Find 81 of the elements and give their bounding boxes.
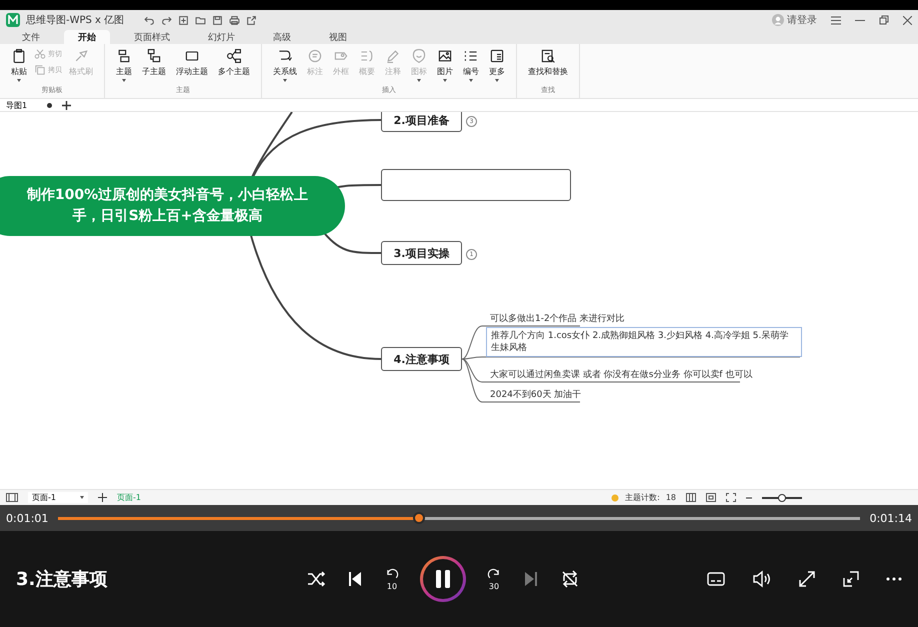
menu-tab[interactable]: 幻灯片 xyxy=(194,30,249,44)
ribbon-button[interactable]: 子主题 xyxy=(139,48,169,77)
menu-tab[interactable]: 高级 xyxy=(259,30,305,44)
subtopic-text[interactable]: 可以多做出1-2个作品 来进行对比 xyxy=(486,312,629,325)
columns-icon[interactable] xyxy=(686,493,696,502)
scissors-icon xyxy=(34,48,46,60)
numbered-list-icon xyxy=(463,48,479,64)
clipboard-icon xyxy=(11,48,27,64)
pause-icon xyxy=(434,569,452,589)
image-icon xyxy=(437,48,453,64)
add-tab-icon[interactable] xyxy=(62,100,72,110)
export-icon[interactable] xyxy=(246,14,258,26)
menu-tab[interactable]: 文件 xyxy=(8,30,54,44)
fullscreen-button[interactable] xyxy=(798,570,816,588)
document-tab[interactable]: 导图1 xyxy=(6,100,52,110)
skip-back-button[interactable]: 10 xyxy=(384,568,400,590)
topic-node[interactable]: 3.项目实操 xyxy=(381,241,462,265)
subtopic-text[interactable]: 2024不到60天 加油干 xyxy=(486,388,586,401)
menu-tab[interactable]: 视图 xyxy=(315,30,361,44)
window-title: 思维导图-WPS x 亿图 xyxy=(26,14,124,27)
ribbon-button[interactable]: 浮动主题 xyxy=(173,48,211,77)
fit-page-icon[interactable] xyxy=(706,493,716,502)
smiley-badge-icon xyxy=(411,48,427,64)
page-dropdown[interactable]: 页面-1 xyxy=(28,492,88,503)
subtopic-icon xyxy=(146,48,162,64)
undo-icon[interactable] xyxy=(144,14,156,26)
more-panel-icon xyxy=(489,48,505,64)
menu-tab[interactable]: 页面样式 xyxy=(120,30,184,44)
pencil-icon xyxy=(385,48,401,64)
ribbon-button[interactable]: 多个主题 xyxy=(215,48,253,77)
topic-count: 18 xyxy=(666,493,676,502)
panel-icon[interactable] xyxy=(6,493,18,502)
shuffle-button[interactable] xyxy=(306,569,326,589)
previous-button[interactable] xyxy=(346,570,364,588)
ribbon-button[interactable]: 粘贴 xyxy=(8,48,30,82)
summary-brace-icon xyxy=(359,48,375,64)
topic-node[interactable]: 2.项目准备 xyxy=(381,112,462,132)
ribbon-button[interactable]: 图片 xyxy=(434,48,456,82)
progress-thumb[interactable] xyxy=(412,512,425,524)
elapsed-time: 0:01:01 xyxy=(6,512,48,524)
ribbon-button[interactable]: 编号 xyxy=(460,48,482,82)
relation-line-icon xyxy=(277,48,293,64)
copy-icon xyxy=(34,64,46,76)
printer-icon[interactable] xyxy=(229,14,240,26)
subtitles-button[interactable] xyxy=(706,570,726,588)
speech-bubble-icon xyxy=(307,48,323,64)
topic-icon xyxy=(116,48,132,64)
volume-button[interactable] xyxy=(752,570,772,588)
ribbon-button[interactable]: 查找和替换 xyxy=(525,48,571,77)
close-icon[interactable] xyxy=(903,16,912,24)
menu-tab[interactable]: 开始 xyxy=(64,30,110,44)
subtopic-text[interactable]: 推荐几个方向 1.cos女仆 2.成熟御姐风格 3.少妇风格 4.高冷学姐 5.呆萌学生妹风格 xyxy=(486,327,802,357)
more-icon xyxy=(886,577,902,581)
subtopic-text[interactable]: 大家可以通过闲鱼卖课 或者 你没有在做s分业务 你可以卖f 也可以 xyxy=(486,368,756,381)
slider-thumb[interactable] xyxy=(778,494,786,502)
repeat-off-button[interactable] xyxy=(560,569,580,589)
app-logo xyxy=(6,13,20,27)
skip-forward-button[interactable]: 30 xyxy=(486,568,502,590)
find-replace-icon xyxy=(540,48,556,64)
menu-icon[interactable] xyxy=(831,16,841,24)
topic-node[interactable]: 4.注意事项 xyxy=(381,347,462,371)
redo-icon[interactable] xyxy=(161,14,172,26)
add-page-icon[interactable] xyxy=(98,493,107,502)
video-title: 3.注意事项 xyxy=(16,568,108,591)
total-time: 0:01:14 xyxy=(870,512,912,524)
mini-player-button[interactable] xyxy=(842,570,860,588)
sun-icon xyxy=(611,494,620,502)
restore-icon[interactable] xyxy=(879,15,889,25)
login-link[interactable]: 请登录 xyxy=(787,13,817,27)
zoom-out-icon[interactable] xyxy=(746,494,752,500)
ribbon-button[interactable]: 主题 xyxy=(113,48,135,82)
ribbon-button[interactable]: 关系线 xyxy=(270,48,300,82)
topic-node[interactable] xyxy=(381,169,571,201)
fullscreen-icon[interactable] xyxy=(726,493,736,502)
root-topic[interactable]: 制作100%过原创的美女抖音号，小白轻松上手，日引S粉上百+含金量极高 xyxy=(0,176,345,236)
topic-count-label: 主题计数: xyxy=(625,492,660,503)
folder-icon[interactable] xyxy=(195,14,206,26)
save-icon[interactable] xyxy=(212,14,224,26)
add-box-icon[interactable] xyxy=(178,14,190,26)
node-tree-icon xyxy=(226,48,242,64)
ribbon-button[interactable]: 更多 xyxy=(486,48,508,82)
